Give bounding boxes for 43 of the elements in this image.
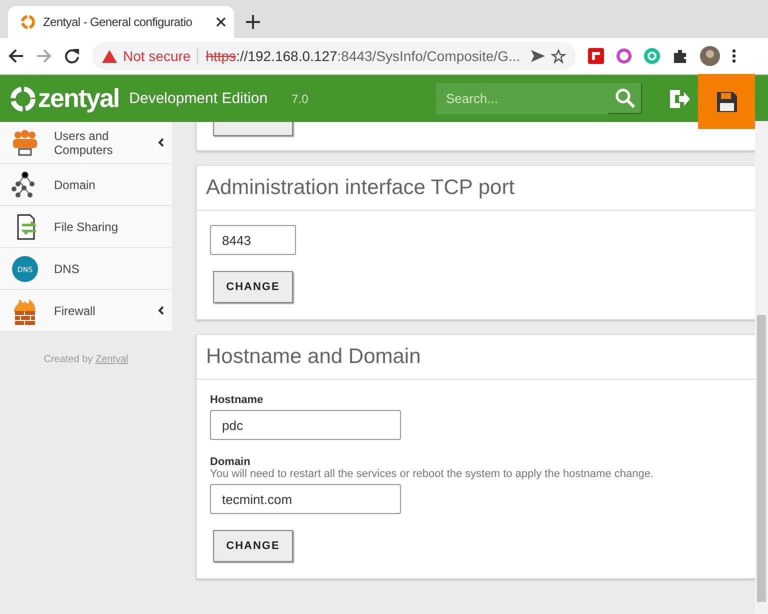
reload-icon[interactable] (64, 48, 80, 64)
puzzle-icon[interactable] (672, 48, 688, 64)
security-warning: Not secure (123, 48, 191, 64)
search-button[interactable] (608, 83, 642, 114)
caret-icon (158, 138, 164, 147)
field-label: Hostname (210, 394, 264, 406)
flag-extension-icon[interactable] (588, 48, 604, 64)
browser-tab[interactable]: Zentyal - General configuratio (8, 6, 234, 38)
new-tab-icon[interactable] (246, 15, 260, 29)
edition-label: Development Edition (129, 90, 268, 107)
zentyal-logo-icon (20, 14, 36, 30)
close-icon[interactable] (216, 17, 226, 27)
sidebar-item[interactable]: Firewall (0, 290, 172, 332)
input-field[interactable]: pdc (210, 410, 401, 440)
input-field[interactable]: 8443 (210, 225, 296, 255)
ring-extension-icon[interactable] (616, 48, 632, 64)
credit-text: Created by Zentyal (42, 353, 130, 367)
logout-icon[interactable] (668, 88, 690, 110)
menu-icon[interactable] (732, 49, 736, 63)
send-icon[interactable] (531, 49, 545, 63)
change-button[interactable]: CHANGE (213, 271, 293, 303)
search-icon (614, 88, 634, 108)
star-icon[interactable] (551, 48, 566, 64)
save-button[interactable] (698, 74, 755, 129)
warning-icon (102, 50, 117, 62)
url-text: https://192.168.0.127:8443/SysInfo/Composite/G... (196, 48, 520, 64)
brand-name: zentyal (38, 83, 120, 114)
back-icon[interactable] (8, 48, 24, 64)
zentyal-logo-icon (10, 86, 36, 112)
users-icon (10, 128, 40, 158)
input-field[interactable]: tecmint.com (210, 484, 401, 514)
avatar-icon[interactable] (700, 46, 720, 66)
sidebar-item[interactable]: Users and Computers (0, 122, 172, 164)
version-label: 7.0 (292, 92, 308, 106)
field-label: Domain (210, 456, 252, 468)
sidebar-item[interactable]: File Sharing (0, 206, 172, 248)
address-bar[interactable]: Not secure https://192.168.0.127:8443/SysInfo/Composite/G... (92, 42, 576, 70)
caret-icon (158, 306, 164, 315)
scrollbar[interactable] (755, 121, 768, 614)
sidebar-item[interactable]: Domain (0, 164, 172, 206)
field-hint: You will need to restart all the services or reboot the system to apply the hostname change. (210, 468, 655, 480)
change-button[interactable]: CHANGE (213, 530, 293, 562)
search-field[interactable]: Search... (436, 83, 608, 114)
